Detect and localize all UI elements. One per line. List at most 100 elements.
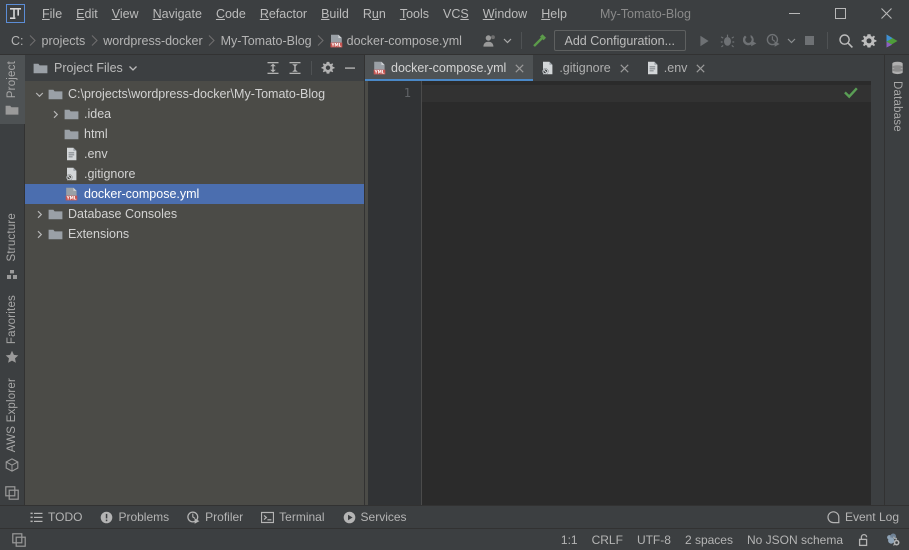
status-caret-position[interactable]: 1:1 (561, 533, 578, 547)
tree-row-env[interactable]: .env (25, 144, 364, 164)
project-panel-header: Project Files (25, 55, 364, 81)
breadcrumb-item-projects[interactable]: projects (39, 32, 89, 50)
menu-vcs[interactable]: VCS (436, 4, 476, 24)
build-hammer-icon[interactable] (529, 30, 551, 52)
folder-icon (33, 62, 48, 75)
tree-row-html[interactable]: html (25, 124, 364, 144)
user-avatar-icon[interactable] (479, 30, 501, 52)
menu-file[interactable]: File (35, 4, 69, 24)
project-scope-chevron-down-icon[interactable] (123, 58, 143, 78)
tree-row-database-consoles[interactable]: Database Consoles (25, 204, 364, 224)
editor-area: YML docker-compose.yml .gitignore .env 1 (365, 55, 884, 505)
menu-navigate[interactable]: Navigate (146, 4, 209, 24)
menu-help[interactable]: Help (534, 4, 574, 24)
status-encoding[interactable]: UTF-8 (637, 533, 671, 547)
tab-docker-compose-yml[interactable]: YML docker-compose.yml (365, 55, 534, 81)
breadcrumb: C: projects wordpress-docker My-Tomato-B… (8, 32, 465, 50)
expand-all-icon[interactable] (263, 58, 283, 78)
tool-window-terminal[interactable]: Terminal (261, 510, 325, 524)
status-json-schema[interactable]: No JSON schema (747, 533, 843, 547)
tree-row-label: docker-compose.yml (84, 187, 200, 201)
editor-code-content[interactable] (422, 81, 884, 505)
aws-cube-icon (5, 458, 19, 472)
breadcrumb-item-wordpress-docker[interactable]: wordpress-docker (100, 32, 205, 50)
tool-window-label: Services (360, 510, 407, 524)
tree-row-project-root[interactable]: C:\projects\wordpress-docker\My-Tomato-B… (25, 84, 364, 104)
maximize-button[interactable] (817, 0, 863, 27)
editor-scrollbar[interactable] (871, 81, 884, 505)
tree-row-label: Extensions (68, 227, 130, 241)
terminal-icon (261, 511, 275, 524)
ide-update-icon[interactable] (881, 30, 903, 52)
close-icon[interactable] (694, 62, 707, 75)
inspection-settings-icon[interactable] (885, 532, 901, 547)
add-configuration-button[interactable]: Add Configuration... (553, 30, 686, 51)
breadcrumb-separator-icon (206, 33, 218, 49)
chevron-right-icon[interactable] (31, 226, 47, 242)
sidebar-item-structure[interactable]: Structure (0, 207, 25, 288)
menu-edit[interactable]: Edit (69, 4, 105, 24)
gear-icon[interactable] (318, 58, 338, 78)
stripe-label: Structure (6, 213, 18, 262)
status-indent[interactable]: 2 spaces (685, 533, 733, 547)
close-button[interactable] (863, 0, 909, 27)
layout-toggle-icon[interactable] (6, 532, 26, 547)
debug-bug-icon[interactable] (716, 30, 738, 52)
profile-icon[interactable] (762, 30, 784, 52)
caret-row-highlight (422, 85, 884, 102)
tool-window-profiler[interactable]: Profiler (187, 510, 243, 524)
menu-build[interactable]: Build (314, 4, 356, 24)
search-icon[interactable] (835, 30, 857, 52)
tree-row-gitignore[interactable]: .gitignore (25, 164, 364, 184)
svg-text:YML: YML (66, 195, 77, 200)
tool-window-problems[interactable]: Problems (100, 510, 169, 524)
layout-toggle-icon[interactable] (0, 480, 25, 505)
breadcrumb-item-drive[interactable]: C: (8, 32, 27, 50)
unlocked-icon[interactable] (857, 533, 871, 547)
editor-canvas[interactable]: 1 (365, 81, 884, 505)
chevron-right-icon[interactable] (31, 206, 47, 222)
services-icon (343, 511, 356, 524)
tree-row-idea[interactable]: .idea (25, 104, 364, 124)
sidebar-item-project[interactable]: Project (0, 55, 25, 125)
close-icon[interactable] (513, 62, 526, 75)
collapse-all-icon[interactable] (285, 58, 305, 78)
tool-window-services[interactable]: Services (343, 510, 407, 524)
project-file-tree[interactable]: C:\projects\wordpress-docker\My-Tomato-B… (25, 81, 364, 505)
close-icon[interactable] (618, 62, 631, 75)
sidebar-item-database[interactable]: Database (885, 55, 909, 140)
sidebar-item-aws-explorer[interactable]: AWS Explorer (0, 372, 25, 480)
menu-tools[interactable]: Tools (393, 4, 436, 24)
run-with-coverage-icon[interactable] (739, 30, 761, 52)
event-log-icon (827, 510, 840, 524)
tab-gitignore[interactable]: .gitignore (533, 55, 637, 81)
sidebar-item-favorites[interactable]: Favorites (0, 289, 25, 372)
toolbar-divider (827, 32, 828, 49)
tree-row-label: .gitignore (84, 167, 136, 181)
menu-code[interactable]: Code (209, 4, 253, 24)
chevron-down-icon[interactable] (31, 86, 47, 102)
tab-label: .gitignore (559, 61, 611, 75)
menu-run[interactable]: Run (356, 4, 393, 24)
tab-env[interactable]: .env (638, 55, 715, 81)
breadcrumb-item-my-tomato-blog[interactable]: My-Tomato-Blog (218, 32, 315, 50)
chevron-right-icon[interactable] (47, 106, 63, 122)
gear-icon[interactable] (858, 30, 880, 52)
avatar-dropdown-chevron-down-icon[interactable] (502, 30, 514, 52)
minimize-icon[interactable] (340, 58, 360, 78)
status-line-separator[interactable]: CRLF (592, 533, 623, 547)
menu-window[interactable]: Window (476, 4, 534, 24)
menu-view[interactable]: View (105, 4, 146, 24)
tree-row-extensions[interactable]: Extensions (25, 224, 364, 244)
tool-window-todo[interactable]: TODO (30, 510, 82, 524)
profile-dropdown-chevron-down-icon[interactable] (785, 30, 797, 52)
menu-refactor[interactable]: Refactor (253, 4, 314, 24)
tree-row-docker-compose-yml[interactable]: YML docker-compose.yml (25, 184, 364, 204)
green-check-icon[interactable] (844, 86, 858, 100)
breadcrumb-item-file[interactable]: YML docker-compose.yml (327, 32, 465, 50)
run-play-icon[interactable] (693, 30, 715, 52)
stop-square-icon[interactable] (798, 30, 820, 52)
minimize-button[interactable] (771, 0, 817, 27)
event-log-button[interactable]: Event Log (827, 510, 899, 524)
